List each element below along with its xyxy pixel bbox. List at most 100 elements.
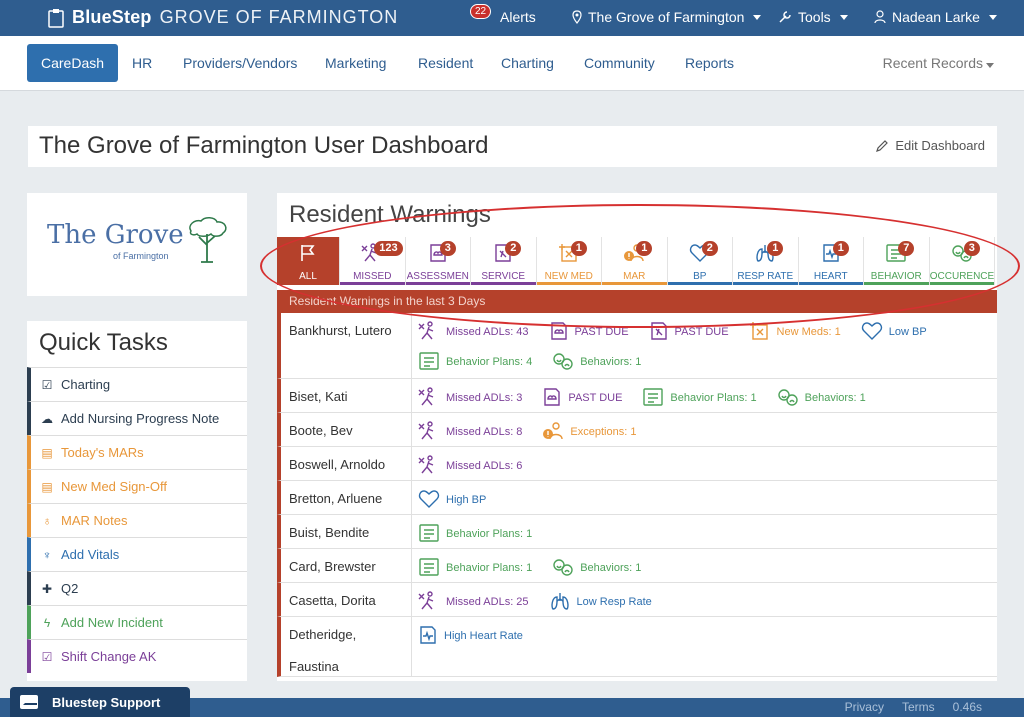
resident-row[interactable]: Card, Brewster Behavior Plans: 1 Behaviors… [277,549,997,583]
brand[interactable]: BlueStep GROVE OF FARMINGTON [48,7,398,28]
render-time: 0.46s [952,700,982,714]
warning-item-missed[interactable]: Missed ADLs: 6 [418,451,522,481]
tab-new-med[interactable]: 1 NEW MED [536,237,602,285]
tab-occurence[interactable]: 3 OCCURENCE [929,237,995,285]
warning-item-assess[interactable]: PAST DUE [542,383,622,413]
warning-text: Exceptions: 1 [570,426,637,438]
tab-assessmen[interactable]: 3 ASSESSMEN [405,237,471,285]
warning-item-behaviorplan[interactable]: Behavior Plans: 1 [418,519,532,549]
nav-resident[interactable]: Resident [404,44,487,82]
missed-icon [418,386,440,410]
tab-label: MAR [623,271,646,282]
warning-item-resp[interactable]: Low Resp Rate [549,587,652,617]
warning-item-missed[interactable]: Missed ADLs: 25 [418,587,529,617]
flag-icon [298,243,318,266]
quick-task-item[interactable]: ♁ MAR Notes [27,503,247,537]
tab-heart[interactable]: 1 HEART [798,237,864,285]
warning-item-assess[interactable]: PAST DUE [549,317,629,347]
edit-dashboard-button[interactable]: Edit Dashboard [875,138,985,153]
resident-row[interactable]: Boswell, Arnoldo Missed ADLs: 6 [277,447,997,481]
resident-name[interactable]: Casetta, Dorita [289,585,407,617]
alerts-link[interactable]: 22 Alerts [470,4,536,25]
warning-item-behaviorplan[interactable]: Behavior Plans: 1 [418,553,532,583]
logo-name: The Grove [47,220,184,250]
nav-hr[interactable]: HR [118,44,166,82]
warning-item-missed[interactable]: Missed ADLs: 43 [418,317,529,347]
quick-task-label: Add New Incident [61,615,163,630]
resident-name[interactable]: Buist, Bendite [289,517,407,549]
resident-row[interactable]: Boote, Bev Missed ADLs: 8 Exceptions: 1 [277,413,997,447]
quick-task-item[interactable]: ▤ New Med Sign-Off [27,469,247,503]
resident-row[interactable]: Biset, Kati Missed ADLs: 3 PAST DUE Behavio… [277,379,997,413]
terms-link[interactable]: Terms [902,700,935,714]
quick-task-item[interactable]: ☑ Shift Change AK [27,639,247,673]
bp-icon [418,489,440,512]
check-square-icon: ☑ [41,649,53,664]
quick-task-item[interactable]: ♆ Add Vitals [27,537,247,571]
resident-row[interactable]: Buist, Bendite Behavior Plans: 1 [277,515,997,549]
tab-bp[interactable]: 2 BP [667,237,733,285]
tab-count-badge: 7 [898,241,915,256]
quick-task-label: Add Vitals [61,547,120,562]
user-menu[interactable]: Nadean Larke [874,9,997,25]
warning-item-behaviors[interactable]: Behaviors: 1 [777,383,866,413]
resident-name[interactable]: Boswell, Arnoldo [289,449,407,481]
user-name: Nadean Larke [892,9,980,25]
logo-subtitle: of Farmington [113,251,169,261]
resident-row[interactable]: Detheridge, Faustina High Heart Rate [277,617,997,677]
quick-task-item[interactable]: ☑ Charting [27,367,247,401]
quick-task-item[interactable]: ✚ Q2 [27,571,247,605]
warning-item-heart[interactable]: High Heart Rate [418,621,523,651]
nav-marketing[interactable]: Marketing [311,44,400,82]
warning-item-behaviorplan[interactable]: Behavior Plans: 1 [642,383,757,413]
tab-label: HEART [813,271,848,282]
tab-mar[interactable]: 1 MAR [602,237,668,285]
warning-item-bp[interactable]: High BP [418,485,486,515]
privacy-link[interactable]: Privacy [845,700,884,714]
missed-icon [418,590,440,614]
warning-item-behaviors[interactable]: Behaviors: 1 [552,553,641,583]
nav-charting[interactable]: Charting [487,44,568,82]
behaviors-icon [552,351,574,374]
tab-behavior[interactable]: 7 BEHAVIOR [864,237,930,285]
nav-caredash[interactable]: CareDash [27,44,119,82]
location-dropdown[interactable]: The Grove of Farmington [572,9,762,25]
resident-warnings: Missed ADLs: 25 Low Resp Rate [411,583,997,616]
warning-item-exception[interactable]: Exceptions: 1 [542,417,636,447]
warning-item-service[interactable]: PAST DUE [649,317,729,347]
resident-name[interactable]: Card, Brewster [289,551,407,583]
resident-name[interactable]: Bretton, Arluene [289,483,407,515]
nav-reports[interactable]: Reports [671,44,748,82]
resident-row[interactable]: Casetta, Dorita Missed ADLs: 25 Low Resp R… [277,583,997,617]
resident-name[interactable]: Detheridge, Faustina [289,619,407,681]
resident-name[interactable]: Bankhurst, Lutero [289,315,407,347]
quick-task-item[interactable]: ▤ Today's MARs [27,435,247,469]
nav-community[interactable]: Community [570,44,669,82]
warning-item-behaviors[interactable]: Behaviors: 1 [552,347,641,377]
assess-icon [542,387,562,410]
warning-item-missed[interactable]: Missed ADLs: 8 [418,417,522,447]
warning-item-behaviorplan[interactable]: Behavior Plans: 4 [418,347,532,377]
resident-name[interactable]: Biset, Kati [289,381,407,413]
warning-item-bp[interactable]: Low BP [861,317,927,347]
quick-task-item[interactable]: ☁ Add Nursing Progress Note [27,401,247,435]
resident-row[interactable]: Bretton, Arluene High BP [277,481,997,515]
tab-all[interactable]: ALL [277,237,340,285]
support-button[interactable]: Bluestep Support [10,687,190,717]
warning-item-newmed[interactable]: New Meds: 1 [749,317,841,347]
tab-underline [733,282,798,285]
nav-providers-vendors[interactable]: Providers/Vendors [169,44,311,82]
tab-resp-rate[interactable]: 1 RESP RATE [733,237,799,285]
tab-service[interactable]: 2 SERVICE [471,237,537,285]
map-marker-icon [572,10,582,24]
tab-count-badge: 3 [439,241,456,256]
recent-records-dropdown[interactable]: Recent Records [883,55,994,71]
warning-item-missed[interactable]: Missed ADLs: 3 [418,383,522,413]
quick-task-item[interactable]: ϟ Add New Incident [27,605,247,639]
tab-missed[interactable]: 123 MISSED [340,237,406,285]
tools-dropdown[interactable]: Tools [778,9,848,25]
envelope-icon [20,695,38,709]
tab-label: NEW MED [544,271,593,282]
resident-name[interactable]: Boote, Bev [289,415,407,447]
resident-row[interactable]: Bankhurst, Lutero Missed ADLs: 43 PAST DUE… [277,313,997,379]
